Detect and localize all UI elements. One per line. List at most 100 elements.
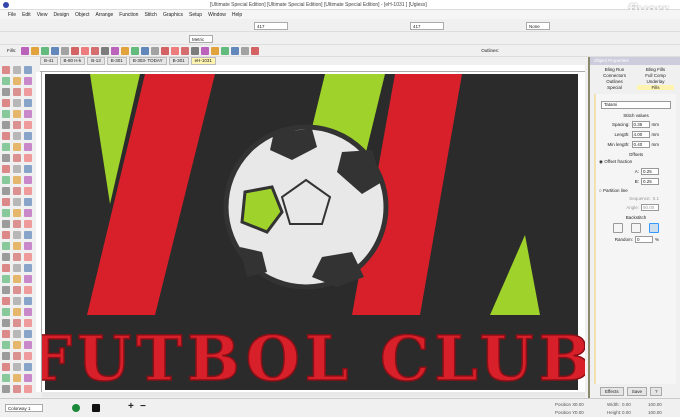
menu-arrange[interactable]: Arrange (95, 12, 113, 18)
toolbox-tool-icon[interactable] (2, 374, 10, 382)
toolbox-tool-icon[interactable] (24, 154, 32, 162)
toolbox-tool-icon[interactable] (2, 99, 10, 107)
toolbox-tool-icon[interactable] (24, 121, 32, 129)
toolbox-tool-icon[interactable] (13, 165, 21, 173)
toolbox-tool-icon[interactable] (2, 110, 10, 118)
toolbar-tool-icon[interactable] (31, 46, 40, 55)
toolbar-tool-icon[interactable] (131, 46, 140, 55)
toolbox-tool-icon[interactable] (2, 209, 10, 217)
toolbar-tool-icon[interactable] (71, 46, 80, 55)
toolbox-tool-icon[interactable] (24, 209, 32, 217)
toolbox-tool-icon[interactable] (13, 88, 21, 96)
toolbox-tool-icon[interactable] (2, 352, 10, 360)
toolbar-tool-icon[interactable] (141, 46, 150, 55)
toolbox-tool-icon[interactable] (24, 231, 32, 239)
toolbar-tool-icon[interactable] (21, 46, 30, 55)
toolbox-tool-icon[interactable] (13, 363, 21, 371)
menu-file[interactable]: File (8, 12, 16, 18)
toolbar-tool-icon[interactable] (111, 46, 120, 55)
menu-window[interactable]: Window (208, 12, 226, 18)
toolbox-tool-icon[interactable] (24, 165, 32, 173)
spacing-input[interactable]: 0.35 (631, 121, 650, 128)
tab-bling-fills[interactable]: Bling Fills (637, 67, 674, 72)
toolbox-tool-icon[interactable] (13, 209, 21, 217)
tab-special[interactable]: Special (596, 85, 633, 90)
toolbox-tool-icon[interactable] (2, 385, 10, 393)
toolbar-tool-icon[interactable] (101, 46, 110, 55)
backstitch-full-icon[interactable] (649, 223, 659, 233)
toolbox-tool-icon[interactable] (2, 275, 10, 283)
toolbox-tool-icon[interactable] (2, 363, 10, 371)
menu-design[interactable]: Design (53, 12, 69, 18)
toolbox-tool-icon[interactable] (13, 308, 21, 316)
toolbox-tool-icon[interactable] (13, 66, 21, 74)
thread-select[interactable]: None (526, 21, 550, 30)
toolbox-tool-icon[interactable] (2, 143, 10, 151)
toolbox-tool-icon[interactable] (2, 297, 10, 305)
backstitch-none-icon[interactable] (613, 223, 623, 233)
tab-outlines[interactable]: Outlines (596, 79, 633, 84)
toolbox-tool-icon[interactable] (13, 275, 21, 283)
toolbox-tool-icon[interactable] (13, 220, 21, 228)
toolbox-tool-icon[interactable] (13, 242, 21, 250)
position-x-value[interactable]: 0.00 (575, 402, 584, 407)
help-button[interactable]: ? (649, 387, 663, 396)
toolbox-tool-icon[interactable] (13, 264, 21, 272)
toolbox-tool-icon[interactable] (24, 176, 32, 184)
tab-fills[interactable]: Fills (637, 85, 674, 90)
height-value[interactable]: 0.00 (622, 410, 631, 415)
tab-design[interactable]: B-303- TODAY (128, 57, 167, 65)
menu-graphics[interactable]: Graphics (163, 12, 183, 18)
toolbar-tool-icon[interactable] (251, 46, 260, 55)
toolbox-tool-icon[interactable] (2, 220, 10, 228)
toolbar-tool-icon[interactable] (161, 46, 170, 55)
tab-design[interactable]: B-301 (168, 57, 189, 65)
toolbox-tool-icon[interactable] (2, 231, 10, 239)
toolbox-tool-icon[interactable] (2, 242, 10, 250)
toolbar-tool-icon[interactable] (221, 46, 230, 55)
tab-design[interactable]: B-301 (106, 57, 127, 65)
position-y-value[interactable]: 0.00 (575, 410, 584, 415)
toolbox-tool-icon[interactable] (2, 154, 10, 162)
toolbox-tool-icon[interactable] (2, 165, 10, 173)
toolbox-tool-icon[interactable] (24, 264, 32, 272)
random-input[interactable]: 0 (634, 236, 653, 243)
toolbox-tool-icon[interactable] (13, 198, 21, 206)
toolbox-tool-icon[interactable] (2, 187, 10, 195)
toolbox-tool-icon[interactable] (24, 352, 32, 360)
menu-edit[interactable]: Edit (22, 12, 31, 18)
toolbox-tool-icon[interactable] (2, 341, 10, 349)
toolbox-tool-icon[interactable] (13, 341, 21, 349)
toolbox-tool-icon[interactable] (24, 77, 32, 85)
toolbox-tool-icon[interactable] (13, 352, 21, 360)
tab-connectors[interactable]: Connectors (596, 73, 633, 78)
width-percent[interactable]: 100.00 (648, 402, 662, 407)
menu-object[interactable]: Object (75, 12, 89, 18)
toolbox-tool-icon[interactable] (24, 286, 32, 294)
tab-design[interactable]: B-41 (40, 57, 58, 65)
toolbox-tool-icon[interactable] (2, 330, 10, 338)
toolbox-tool-icon[interactable] (13, 77, 21, 85)
toolbox-tool-icon[interactable] (24, 220, 32, 228)
toolbox-tool-icon[interactable] (13, 330, 21, 338)
toolbox-tool-icon[interactable] (13, 99, 21, 107)
backstitch-edge-icon[interactable] (631, 223, 641, 233)
toolbox-tool-icon[interactable] (24, 66, 32, 74)
toolbox-tool-icon[interactable] (24, 374, 32, 382)
menu-setup[interactable]: Setup (189, 12, 202, 18)
tab-design[interactable]: B-13 (87, 57, 105, 65)
toolbar-tool-icon[interactable] (151, 46, 160, 55)
toolbox-tool-icon[interactable] (2, 264, 10, 272)
toolbar-tool-icon[interactable] (41, 46, 50, 55)
toolbar-tool-icon[interactable] (211, 46, 220, 55)
toolbar-tool-icon[interactable] (171, 46, 180, 55)
toolbar-tool-icon[interactable] (201, 46, 210, 55)
toolbox-tool-icon[interactable] (24, 363, 32, 371)
toolbox-tool-icon[interactable] (13, 385, 21, 393)
toolbox-tool-icon[interactable] (2, 77, 10, 85)
toolbar-tool-icon[interactable] (81, 46, 90, 55)
colorway-select[interactable]: Colorway 1 (5, 404, 43, 412)
toolbox-tool-icon[interactable] (24, 110, 32, 118)
toolbox-tool-icon[interactable] (24, 253, 32, 261)
horizontal-scrollbar[interactable] (42, 392, 585, 397)
